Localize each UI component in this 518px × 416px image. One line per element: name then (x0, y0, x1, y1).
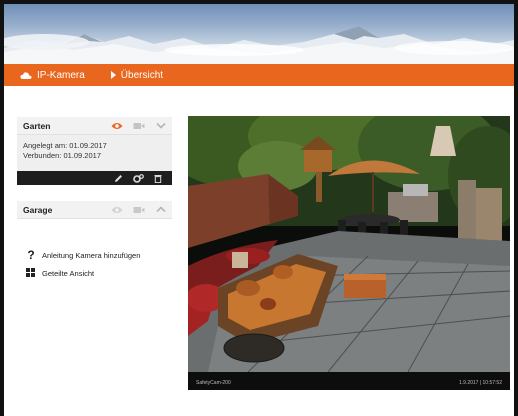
camera-card-header[interactable]: Garage (17, 201, 172, 219)
mountain-banner-image (4, 26, 514, 64)
camera-live-view[interactable] (188, 116, 510, 390)
camera-model-label: SafetyCam-200 (196, 380, 231, 386)
app-window: IP-Kamera Übersicht Garten Angelegt am: … (4, 4, 514, 416)
add-camera-guide-label: Anleitung Kamera hinzufügen (42, 250, 141, 260)
video-camera-icon[interactable] (128, 122, 150, 130)
chevron-up-icon[interactable] (150, 206, 172, 213)
nav-home-label: IP-Kamera (37, 69, 85, 81)
eye-icon[interactable] (106, 122, 128, 130)
camera-card-header[interactable]: Garten (17, 117, 172, 135)
camera-card-details: Angelegt am: 01.09.2017 Verbunden: 01.09… (17, 135, 172, 171)
camera-timestamp: 1.9.2017 | 10:57:52 (458, 380, 502, 386)
sidebar-links: ? Anleitung Kamera hinzufügen Geteilte A… (26, 246, 140, 282)
pencil-icon[interactable] (114, 174, 123, 183)
camera-card-garage: Garage (17, 201, 172, 219)
camera-card-garten: Garten Angelegt am: 01.09.2017 Verbunden… (17, 117, 172, 185)
gears-icon[interactable] (133, 173, 144, 183)
main-nav: IP-Kamera Übersicht (4, 64, 514, 86)
chevron-down-icon[interactable] (150, 122, 172, 129)
nav-overview-label: Übersicht (120, 69, 164, 81)
question-mark-icon: ? (27, 248, 35, 262)
cloud-camera-icon (20, 71, 32, 79)
header-banner (4, 4, 514, 64)
camera-feed-image (188, 116, 510, 390)
eye-icon[interactable] (106, 206, 128, 214)
nav-overview[interactable]: Übersicht (110, 69, 164, 81)
video-camera-icon[interactable] (128, 206, 150, 214)
nav-home[interactable]: IP-Kamera (20, 70, 85, 81)
grid-view-icon (26, 268, 36, 278)
camera-card-toolbar (17, 171, 172, 185)
camera-overlay-bar: SafetyCam-200 1.9.2017 | 10:57:52 (188, 376, 510, 390)
trash-icon[interactable] (154, 174, 162, 183)
camera-name: Garage (23, 204, 53, 215)
camera-name: Garten (23, 120, 51, 131)
shared-view-link[interactable]: Geteilte Ansicht (26, 264, 140, 282)
shared-view-label: Geteilte Ansicht (42, 268, 95, 278)
created-date: Angelegt am: 01.09.2017 (23, 141, 107, 150)
caret-right-icon (110, 71, 116, 79)
connected-date: Verbunden: 01.09.2017 (23, 151, 101, 160)
add-camera-guide-link[interactable]: ? Anleitung Kamera hinzufügen (26, 246, 140, 264)
